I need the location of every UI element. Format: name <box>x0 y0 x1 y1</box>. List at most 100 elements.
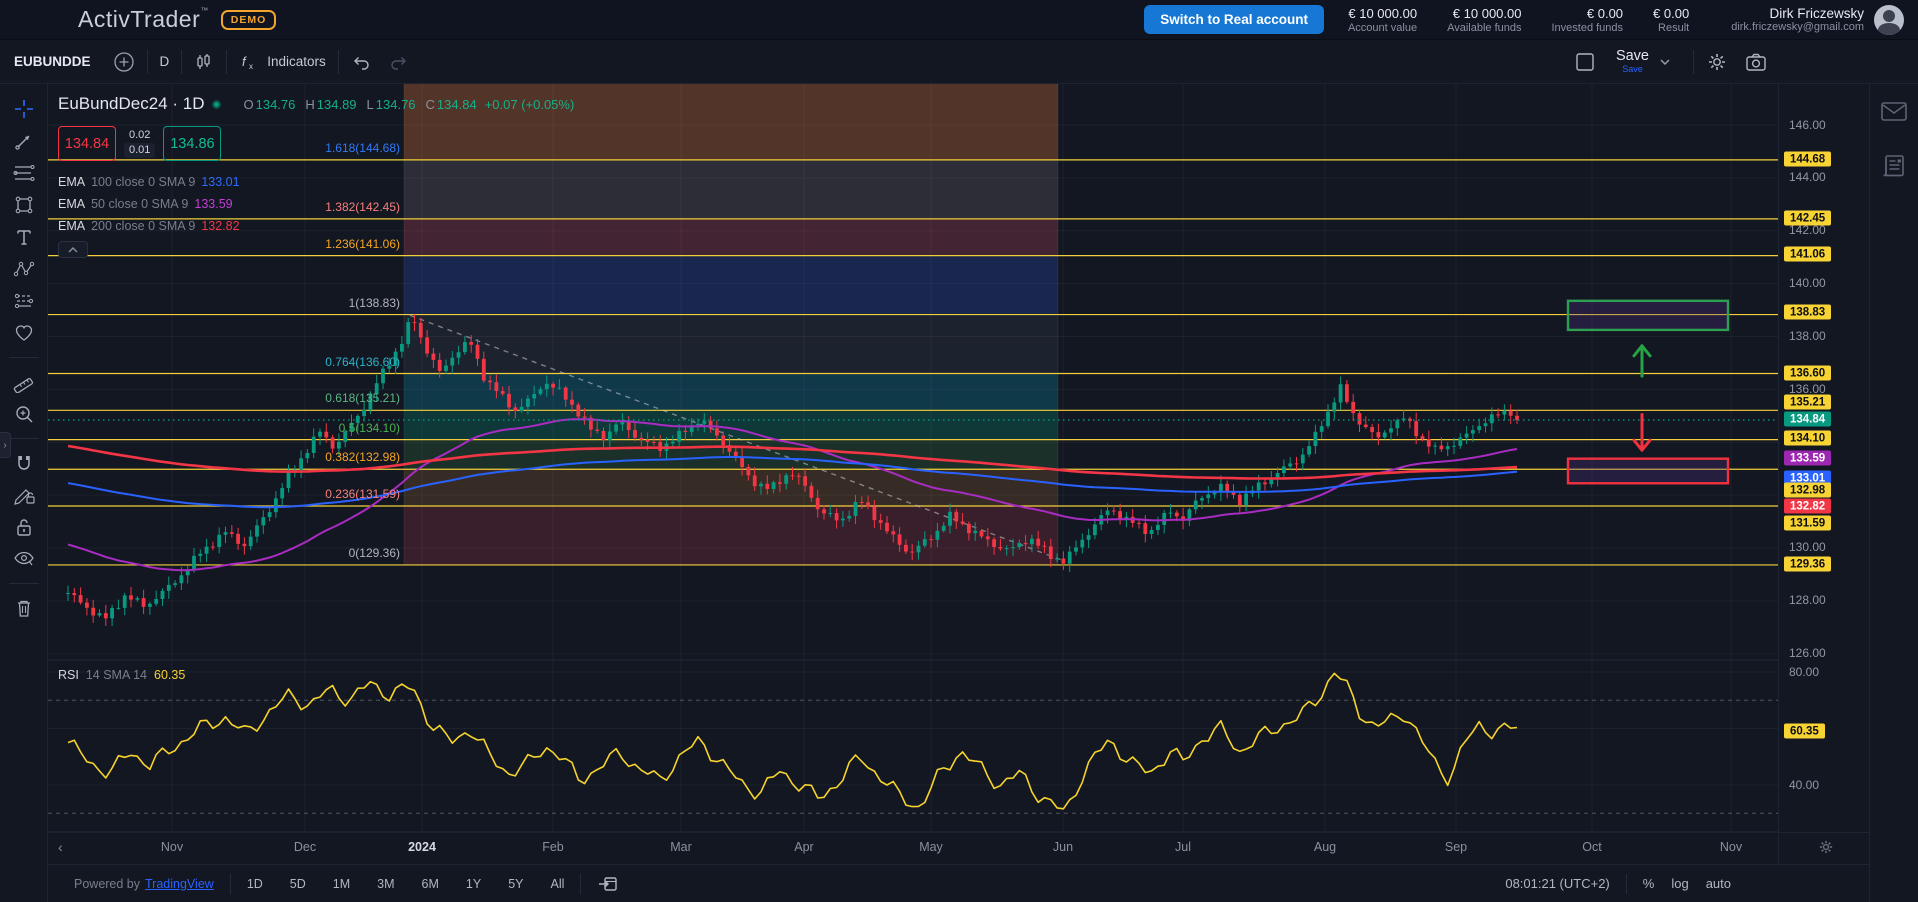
drawing-tools-sidebar <box>0 84 48 902</box>
text-tool-icon[interactable] <box>12 226 36 248</box>
time-axis-month: Apr <box>794 840 813 854</box>
instrument-title[interactable]: EuBundDec24 · 1D <box>58 94 204 114</box>
account-stat: € 0.00Result <box>1653 6 1689 34</box>
user-info: Dirk Friczewsky dirk.friczewsky@gmail.co… <box>1731 6 1864 33</box>
top-header: ActivTrader™ DEMO Switch to Real account… <box>0 0 1918 40</box>
tradingview-link[interactable]: TradingView <box>145 877 214 891</box>
user-email: dirk.friczewsky@gmail.com <box>1731 21 1864 33</box>
axis-price-badge: 135.21 <box>1784 395 1831 410</box>
interval-button[interactable]: D <box>160 54 170 69</box>
trend-line-icon[interactable] <box>12 130 36 152</box>
news-icon[interactable] <box>1879 152 1909 180</box>
history-chevron[interactable]: ‹ <box>58 839 63 855</box>
layout-box-icon[interactable] <box>1574 51 1596 73</box>
drawing-lock-icon[interactable] <box>12 484 36 506</box>
powered-by-label: Powered by <box>74 877 140 891</box>
delete-drawings-trash-icon[interactable] <box>12 597 36 619</box>
favorites-heart-icon[interactable] <box>12 322 36 344</box>
axis-price-badge: 60.35 <box>1784 724 1825 739</box>
go-to-date-icon[interactable] <box>597 874 619 894</box>
mail-envelope-icon[interactable] <box>1879 98 1909 124</box>
account-stat: € 10 000.00Account value <box>1348 6 1417 34</box>
sell-button[interactable]: 134.84 <box>58 126 116 161</box>
time-axis-month: Aug <box>1314 840 1336 854</box>
scale-option-auto[interactable]: auto <box>1706 876 1731 891</box>
ohlc-item: H134.89 <box>305 97 356 112</box>
avatar[interactable] <box>1874 5 1904 35</box>
ohlc-readout: O134.76H134.89L134.76C134.84 <box>243 97 476 112</box>
time-axis-month: Nov <box>1720 840 1743 854</box>
axis-price-badge: 138.83 <box>1784 305 1831 320</box>
account-stat: € 10 000.00Available funds <box>1447 6 1521 34</box>
range-button-5d[interactable]: 5D <box>290 877 306 891</box>
magnet-icon[interactable] <box>12 452 36 474</box>
time-axis-month: 2024 <box>408 840 436 854</box>
indicator-legend-row[interactable]: EMA200 close 0 SMA 9132.82 <box>58 215 574 237</box>
save-button[interactable]: Save Save <box>1616 49 1649 75</box>
stat-label: Result <box>1653 22 1689 34</box>
watchlist-expand-tab[interactable]: › <box>0 432 11 458</box>
axis-price-badge: 131.59 <box>1784 516 1831 531</box>
screenshot-camera-icon[interactable] <box>1744 51 1768 73</box>
chart-style-icon[interactable] <box>194 51 214 73</box>
scale-option-percent[interactable]: % <box>1643 876 1655 891</box>
chart-area[interactable]: NovDec2024FebMarAprMayJunJulAugSepOctNov… <box>48 84 1778 864</box>
compare-add-icon[interactable] <box>113 51 135 73</box>
rsi-legend[interactable]: RSI 14 SMA 14 60.35 <box>58 668 185 682</box>
range-button-6m[interactable]: 6M <box>422 877 439 891</box>
demo-badge: DEMO <box>221 10 277 30</box>
time-axis-month: Jul <box>1175 840 1191 854</box>
indicator-legend-row[interactable]: EMA50 close 0 SMA 9133.59 <box>58 193 574 215</box>
settings-gear-icon[interactable] <box>1706 51 1728 73</box>
zoom-in-icon[interactable] <box>12 403 36 425</box>
lock-all-icon[interactable] <box>12 516 36 538</box>
stat-value: € 10 000.00 <box>1447 6 1521 21</box>
range-button-3m[interactable]: 3M <box>377 877 394 891</box>
measure-ruler-icon[interactable] <box>12 371 36 393</box>
hide-drawings-eye-icon[interactable] <box>12 548 36 570</box>
range-buttons: 1D 5D 1M 3M 6M 1Y 5Y All <box>247 877 565 891</box>
time-axis-month: Jun <box>1053 840 1073 854</box>
stat-value: € 10 000.00 <box>1348 6 1417 21</box>
change-readout: +0.07 (+0.05%) <box>485 97 575 112</box>
time-axis-month: Dec <box>294 840 316 854</box>
indicators-button[interactable]: fx Indicators <box>239 52 326 72</box>
ema-rows: EMA100 close 0 SMA 9133.01EMA50 close 0 … <box>58 171 574 237</box>
range-button-1y[interactable]: 1Y <box>466 877 481 891</box>
account-stat: € 0.00Invested funds <box>1551 6 1623 34</box>
axis-price-label: 128.00 <box>1789 593 1826 607</box>
cursor-crosshair-icon[interactable] <box>12 98 36 120</box>
scale-option-log[interactable]: log <box>1671 876 1688 891</box>
range-button-all[interactable]: All <box>551 877 565 891</box>
save-menu-chevron-icon[interactable] <box>1659 58 1671 66</box>
axis-price-badge: 144.68 <box>1784 152 1831 167</box>
undo-icon[interactable] <box>351 53 371 71</box>
axis-price-badge: 134.10 <box>1784 431 1831 446</box>
shapes-icon[interactable] <box>12 194 36 216</box>
time-axis-month: Sep <box>1445 840 1467 854</box>
price-axis[interactable]: 146.00144.00142.00140.00138.00136.00130.… <box>1778 84 1869 902</box>
symbol-button[interactable]: EUBUNDDE <box>14 54 91 69</box>
buy-button[interactable]: 134.86 <box>163 126 221 161</box>
range-button-5y[interactable]: 5Y <box>508 877 523 891</box>
range-button-1d[interactable]: 1D <box>247 877 263 891</box>
indicator-legend-row[interactable]: EMA100 close 0 SMA 9133.01 <box>58 171 574 193</box>
axis-price-badge: 132.98 <box>1784 483 1831 498</box>
axis-price-label: 146.00 <box>1789 118 1826 132</box>
range-button-1m[interactable]: 1M <box>333 877 350 891</box>
redo-icon[interactable] <box>389 53 409 71</box>
axis-price-badge: 142.45 <box>1784 211 1831 226</box>
switch-to-real-account-button[interactable]: Switch to Real account <box>1144 5 1324 34</box>
ohlc-item: C134.84 <box>426 97 477 112</box>
time-axis-gear-icon[interactable] <box>1817 838 1835 856</box>
axis-price-label: 144.00 <box>1789 170 1826 184</box>
axis-price-label: 126.00 <box>1789 646 1826 660</box>
time-axis-month: Oct <box>1582 840 1602 854</box>
fib-retracement-icon[interactable] <box>12 162 36 184</box>
chart-toolbar: EUBUNDDE D fx Indicators S <box>0 40 1918 84</box>
forecast-projection-icon[interactable] <box>12 290 36 312</box>
xabcd-pattern-icon[interactable] <box>12 258 36 280</box>
axis-price-label: 138.00 <box>1789 329 1826 343</box>
axis-price-badge: 136.60 <box>1784 366 1831 381</box>
legend-collapse-button[interactable] <box>58 241 88 258</box>
